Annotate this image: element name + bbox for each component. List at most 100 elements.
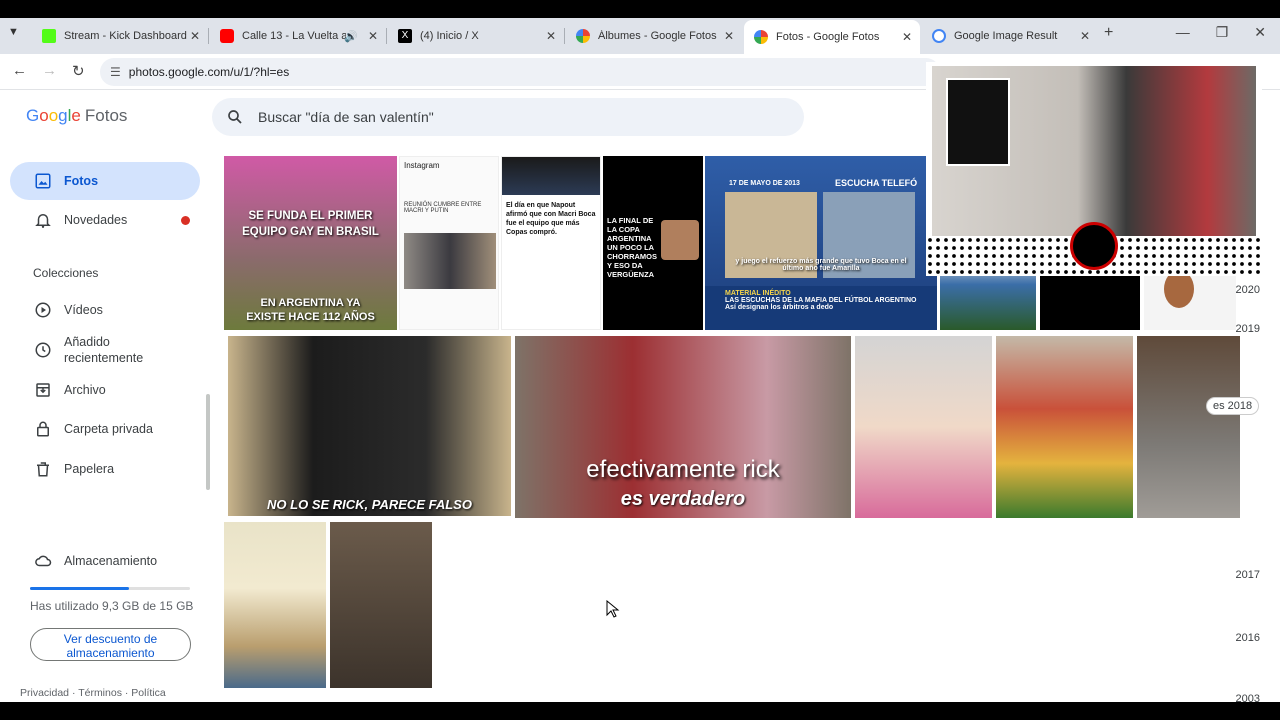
archive-icon [36,383,50,397]
tab-strip: ▼ Stream - Kick Dashboard ✕ Calle 13 - L… [0,18,1280,54]
youtube-favicon-icon [220,29,234,43]
address-bar[interactable]: ☰ photos.google.com/u/1/?hl=es [100,58,940,86]
year-marker[interactable]: 2019 [1236,323,1260,335]
storage-discount-button[interactable]: Ver descuento de almacenamiento [30,628,191,661]
google-photos-favicon-icon [754,30,768,44]
tab-title: (4) Inicio / X [420,30,479,42]
spiderweb-logo [946,78,1010,166]
photo-rick-fake-meme[interactable]: NO LO SE RICK, PARECE FALSO [228,336,511,516]
tab-youtube[interactable]: Calle 13 - La Vuelta al M 🔊 ✕ [210,22,387,50]
photo-caption: LAS ESCUCHAS DE LA MAFIA DEL FÚTBOL ARGE… [725,297,917,304]
cloud-icon [35,555,52,567]
back-icon[interactable]: ← [12,62,27,79]
photo-cat-floor[interactable] [1137,336,1240,518]
lock-icon [37,421,49,437]
tab-photos-active[interactable]: Fotos - Google Fotos ✕ [744,20,920,54]
photo-caption: REUNIÓN CUMBRE ENTRE MACRI Y PUTIN [404,202,482,214]
photo-caption: NO LO SE RICK, PARECE FALSO [267,497,472,512]
photo-black-thumb[interactable] [1040,274,1140,330]
close-icon[interactable]: ✕ [546,29,556,43]
storage-progress-bar [30,587,190,590]
forward-icon[interactable]: → [42,62,57,79]
sidebar-item-novedades[interactable]: Novedades [10,201,200,239]
sidebar-item-label: Añadido recientemente [64,335,144,365]
reload-icon[interactable]: ↻ [72,62,85,80]
x-favicon-icon: X [398,29,412,43]
photo-napout-tweet[interactable]: El día en que Napout afirmó que con Macr… [501,156,601,330]
close-icon[interactable]: ✕ [724,29,734,43]
sidebar-scrollbar[interactable] [206,394,210,490]
sidebar-item-archive[interactable]: Archivo [10,371,200,409]
photo-caption: MATERIAL INÉDITO [725,290,791,297]
close-window-icon[interactable]: ✕ [1254,24,1266,41]
new-tab-button[interactable]: + [1104,24,1113,42]
window-controls: — ❐ ✕ [1176,24,1266,41]
tab-title: Stream - Kick Dashboard [64,30,187,42]
photo-rick-true-meme[interactable]: efectivamente rick es verdadero [515,336,851,518]
photo-gay-team-meme[interactable]: SE FUNDA EL PRIMER EQUIPO GAY EN BRASIL … [224,156,397,330]
tab-x[interactable]: X (4) Inicio / X ✕ [388,22,565,50]
google-photos-favicon-icon [576,29,590,43]
photo-caption: efectivamente rick [586,456,780,483]
sidebar-item-label: Vídeos [64,303,103,317]
terms-link[interactable]: Términos [78,687,122,699]
tab-title: Calle 13 - La Vuelta al M [242,30,346,42]
browser-window: ▼ Stream - Kick Dashboard ✕ Calle 13 - L… [0,18,1280,702]
policy-link[interactable]: Política [131,687,165,699]
close-icon[interactable]: ✕ [190,29,200,43]
mouse-cursor-icon [606,600,620,618]
close-icon[interactable]: ✕ [1080,29,1090,43]
close-icon[interactable]: ✕ [902,30,912,44]
search-bar[interactable] [212,98,804,136]
sidebar-item-label: Novedades [64,213,128,227]
close-icon[interactable]: ✕ [368,29,378,43]
sidebar-item-trash[interactable]: Papelera [10,450,200,488]
photo-cat-dark[interactable] [330,522,432,688]
photo-kitten-blanket[interactable] [996,336,1133,518]
photo-caption: Instagram [404,161,440,170]
photo-news-broadcast[interactable]: 17 DE MAYO DE 2013 ESCUCHA TELEFÓ y jueg… [705,156,937,330]
sidebar-item-recent[interactable]: Añadido recientemente [10,326,200,374]
sidebar: Fotos Novedades Colecciones Vídeos Añadi… [0,154,210,702]
url-text: photos.google.com/u/1/?hl=es [128,65,290,79]
year-marker[interactable]: 2003 [1236,693,1260,702]
maximize-icon[interactable]: ❐ [1216,24,1229,41]
product-name: Fotos [84,106,128,125]
tab-kick[interactable]: Stream - Kick Dashboard ✕ [32,22,209,50]
sidebar-item-private-folder[interactable]: Carpeta privada [10,410,200,448]
year-marker[interactable]: 2020 [1236,284,1260,296]
photo-copa-argentina[interactable]: LA FINAL DE LA COPA ARGENTINA UN POCO LA… [603,156,703,330]
tab-search-icon[interactable]: ▼ [8,26,19,38]
bell-icon [35,214,51,228]
search-input[interactable] [258,109,758,125]
tab-google-image[interactable]: Google Image Result ✕ [922,22,1098,50]
sidebar-item-storage[interactable]: Almacenamiento [10,542,200,580]
photo-caption: es verdadero [620,488,746,510]
photo-thumbnail [502,157,600,195]
site-info-icon[interactable]: ☰ [110,65,121,79]
webcam-overlay [926,62,1262,276]
tab-title: Álbumes - Google Fotos [598,30,717,42]
notification-dot [181,216,190,225]
speaker-icon[interactable]: 🔊 [344,30,358,43]
search-icon[interactable] [226,108,244,126]
photo-caption: El día en que Napout afirmó que con Macr… [506,202,596,236]
privacy-link[interactable]: Privacidad [20,687,69,699]
sidebar-item-fotos[interactable]: Fotos [10,162,200,200]
kick-favicon-icon [42,29,56,43]
year-marker[interactable]: 2017 [1236,569,1260,581]
photo-instagram-post[interactable]: Instagram REUNIÓN CUMBRE ENTRE MACRI Y P… [399,156,499,330]
footer-links: Privacidad · Términos · Política [20,687,166,699]
sidebar-item-label: Carpeta privada [64,422,153,436]
photo-kitten-pink[interactable] [855,336,992,518]
minimize-icon[interactable]: — [1176,24,1190,41]
tab-albums[interactable]: Álbumes - Google Fotos ✕ [566,22,742,50]
photo-caption: SE FUNDA EL PRIMER EQUIPO GAY EN BRASIL [242,210,379,238]
photo-food-plate[interactable] [224,522,326,688]
year-tooltip: es 2018 [1206,397,1260,415]
photo-caption: EN ARGENTINA YA EXISTE HACE 112 AÑOS [246,297,375,323]
tab-title: Fotos - Google Fotos [776,31,880,43]
google-photos-logo[interactable]: Google Fotos [26,106,127,126]
year-marker[interactable]: 2016 [1236,632,1260,644]
sidebar-item-videos[interactable]: Vídeos [10,291,200,329]
